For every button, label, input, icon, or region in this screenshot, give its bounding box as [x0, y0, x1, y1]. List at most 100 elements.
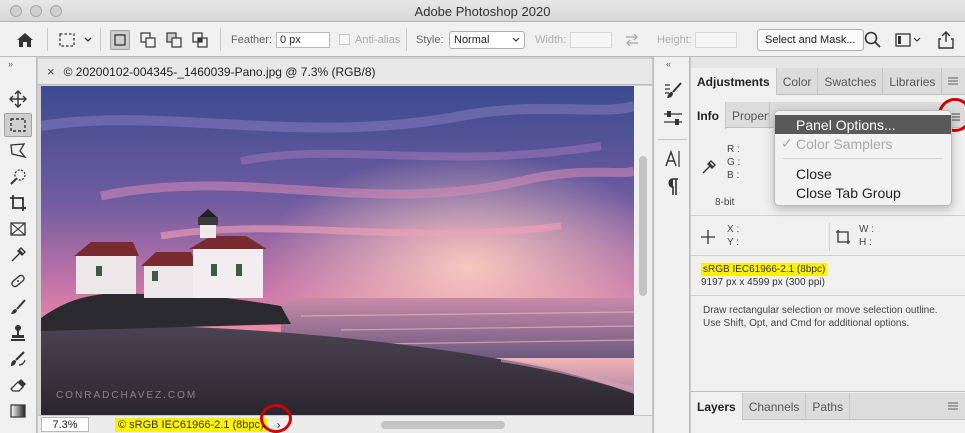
- height-input[interactable]: [695, 31, 737, 48]
- width-label: Width:: [535, 33, 567, 46]
- layers-panel-menu-button[interactable]: [947, 393, 959, 419]
- height-readout-label: H :: [859, 237, 872, 248]
- gradient-tool[interactable]: [4, 399, 32, 423]
- intersect-selection-button[interactable]: [190, 30, 210, 50]
- eyedropper-tool[interactable]: [4, 243, 32, 267]
- document-title: © 20200102-004345-_1460039-Pano.jpg @ 7.…: [63, 64, 376, 79]
- vertical-scrollbar[interactable]: [634, 86, 652, 415]
- menu-item-close-tab-group[interactable]: Close Tab Group: [775, 183, 951, 202]
- menu-item-color-samplers-label: Color Samplers: [796, 135, 893, 152]
- tab-adjustments[interactable]: Adjustments: [691, 68, 777, 95]
- feather-input[interactable]: [276, 31, 330, 48]
- tools-panel: »: [0, 57, 37, 433]
- feather-label: Feather:: [231, 33, 272, 46]
- add-to-selection-button[interactable]: [138, 30, 158, 50]
- healing-brush-icon: [11, 274, 25, 288]
- panel-menu-button[interactable]: [947, 68, 959, 94]
- marquee-icon: [10, 118, 26, 132]
- status-info-text: © sRGB IEC61966-2.1 (8bpc): [115, 417, 267, 432]
- eyedropper-icon: [11, 247, 26, 262]
- new-selection-icon: [114, 33, 126, 46]
- top-panel-tabs: Adjustments Color Swatches Libraries: [691, 68, 965, 95]
- watermark-text: CONRADCHAVEZ.COM: [56, 390, 197, 401]
- width-input[interactable]: [570, 31, 612, 48]
- anti-alias-label: Anti-alias: [355, 33, 401, 46]
- gradient-icon: [10, 404, 26, 418]
- menu-item-color-samplers[interactable]: ✓ Color Samplers: [775, 134, 951, 153]
- tool-preset-picker[interactable]: [58, 22, 92, 57]
- document-tab[interactable]: × © 20200102-004345-_1460039-Pano.jpg @ …: [38, 59, 652, 85]
- tab-color[interactable]: Color: [777, 68, 819, 95]
- tab-properties[interactable]: Properties: [726, 102, 770, 129]
- document-window: × © 20200102-004345-_1460039-Pano.jpg @ …: [38, 57, 652, 433]
- sliders-icon: [664, 111, 682, 125]
- character-icon: [665, 149, 680, 167]
- share-icon[interactable]: [938, 30, 954, 49]
- horizontal-scroll-thumb[interactable]: [380, 420, 505, 429]
- quick-selection-tool[interactable]: [4, 165, 32, 189]
- eyedropper-icon: [702, 160, 716, 174]
- tab-swatches[interactable]: Swatches: [818, 68, 884, 95]
- sampler-eyedropper-button[interactable]: [701, 159, 717, 178]
- hamburger-menu-icon: [948, 77, 958, 85]
- close-tab-icon[interactable]: ×: [47, 64, 55, 79]
- subtract-from-selection-button[interactable]: [164, 30, 184, 50]
- rectangular-marquee-tool[interactable]: [4, 113, 32, 137]
- lasso-tool[interactable]: [4, 139, 32, 163]
- crosshair-icon: [700, 229, 716, 248]
- collapse-icon[interactable]: »: [8, 59, 13, 69]
- tab-channels[interactable]: Channels: [743, 393, 807, 420]
- brush-tool[interactable]: [4, 295, 32, 319]
- info-panel-menu: Panel Options... ✓ Color Samplers Close …: [774, 110, 952, 206]
- green-label: G :: [727, 157, 741, 168]
- anti-alias-checkbox[interactable]: [339, 34, 350, 45]
- eraser-icon: [10, 379, 26, 392]
- stamp-icon: [11, 325, 25, 341]
- frame-tool[interactable]: [4, 217, 32, 241]
- tab-layers[interactable]: Layers: [691, 393, 743, 420]
- brush-settings-button[interactable]: [663, 81, 683, 104]
- image-canvas[interactable]: CONRADCHAVEZ.COM: [41, 86, 634, 415]
- search-icon[interactable]: [864, 31, 882, 49]
- style-select[interactable]: Normal: [449, 30, 525, 49]
- marquee-preset-icon: [59, 32, 92, 47]
- status-bar: © sRGB IEC61966-2.1 (8bpc) ›: [38, 415, 652, 433]
- home-button[interactable]: [16, 22, 34, 57]
- swap-dimensions-icon[interactable]: [624, 33, 640, 47]
- menu-item-panel-options[interactable]: Panel Options...: [775, 115, 951, 134]
- tool-hint-text: Draw rectangular selection or move selec…: [703, 305, 938, 329]
- new-selection-button[interactable]: [110, 29, 130, 50]
- y-label: Y :: [727, 237, 740, 248]
- checkmark-icon: ✓: [781, 135, 793, 151]
- chevron-down-icon: [512, 37, 520, 42]
- adjustments-presets-button[interactable]: [663, 109, 683, 130]
- tab-paths[interactable]: Paths: [806, 393, 851, 420]
- vertical-scroll-thumb[interactable]: [639, 156, 647, 296]
- eraser-tool[interactable]: [4, 373, 32, 397]
- menu-item-close[interactable]: Close: [775, 164, 951, 183]
- color-profile-text: sRGB IEC61966-2.1 (8bpc): [701, 263, 828, 276]
- history-brush-tool[interactable]: [4, 347, 32, 371]
- tab-libraries[interactable]: Libraries: [883, 68, 943, 95]
- home-icon: [17, 32, 33, 47]
- zoom-input[interactable]: [41, 417, 89, 432]
- intersect-selection-icon: [192, 31, 208, 48]
- expand-panels-icon[interactable]: «: [666, 59, 671, 69]
- paragraph-panel-button[interactable]: [666, 177, 680, 200]
- spot-healing-tool[interactable]: [4, 269, 32, 293]
- quick-selection-icon: [10, 169, 26, 185]
- clone-stamp-tool[interactable]: [4, 321, 32, 345]
- x-label: X :: [727, 224, 740, 235]
- workspace-icon[interactable]: [895, 32, 921, 48]
- move-tool[interactable]: [4, 87, 32, 111]
- history-brush-icon: [11, 351, 26, 366]
- tab-info[interactable]: Info: [691, 102, 726, 129]
- select-and-mask-button[interactable]: Select and Mask...: [757, 28, 864, 51]
- height-label: Height:: [657, 33, 692, 46]
- character-panel-button[interactable]: [664, 149, 682, 172]
- frame-icon: [10, 222, 26, 236]
- crop-tool[interactable]: [4, 191, 32, 215]
- paragraph-icon: [668, 178, 678, 195]
- options-bar: Feather: Anti-alias Style: Normal Width:…: [0, 22, 965, 57]
- bit-depth-label: 8-bit: [715, 197, 735, 208]
